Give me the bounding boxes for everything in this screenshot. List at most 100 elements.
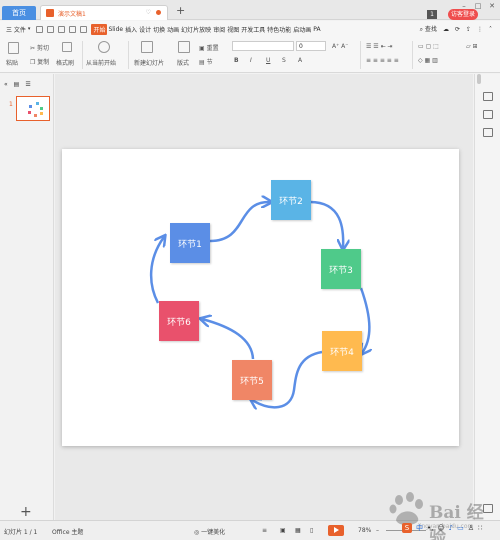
slide[interactable]: 环节1 环节2 环节3 环节4 环节5 环节6	[62, 149, 459, 446]
reading-view-icon[interactable]: ▯	[310, 527, 313, 534]
save-icon[interactable]	[36, 25, 44, 33]
tab-insert[interactable]: 插入	[124, 25, 138, 34]
bold-button[interactable]: B	[234, 57, 239, 64]
menu-bar: 三 文件 ▾ 开始 Slide 插入 设计 切换 动画 幻灯片放映 审阅 视图 …	[0, 21, 500, 37]
tab-review[interactable]: 审阅	[212, 25, 226, 34]
shape-icon[interactable]: ◇ ▦ ▥	[418, 57, 438, 64]
tab-home-ribbon[interactable]: 开始	[91, 23, 108, 35]
format-painter-icon[interactable]	[62, 42, 72, 52]
grow-font-icon[interactable]: A⁺ A⁻	[332, 43, 348, 50]
redo-icon[interactable]	[80, 25, 88, 33]
reset-button[interactable]: ▣ 重置	[199, 43, 219, 52]
arrange-icon[interactable]: ▱ ⊞	[466, 43, 478, 50]
tab-animation[interactable]: 动画	[166, 25, 180, 34]
search-icon: ⌕	[419, 26, 423, 33]
cloud-icon[interactable]: ☁	[443, 26, 449, 33]
from-current-button[interactable]: 从当前开始	[86, 58, 116, 67]
tray-grid-icon[interactable]: ∷	[478, 524, 482, 532]
tab-view[interactable]: 视图	[226, 25, 240, 34]
sync-icon[interactable]: ⟳	[455, 26, 460, 33]
pin-icon[interactable]: ♡	[146, 9, 151, 16]
maximize-icon[interactable]: □	[472, 1, 484, 11]
microphone-icon[interactable]: ♪	[449, 524, 453, 532]
slideshow-play-button[interactable]	[328, 525, 344, 536]
vertical-scrollbar[interactable]	[477, 74, 481, 84]
tab-transition[interactable]: 切换	[152, 25, 166, 34]
font-family-select[interactable]	[232, 41, 294, 51]
format-painter-button[interactable]: 格式刷	[56, 58, 74, 67]
print-icon[interactable]	[47, 25, 55, 33]
close-icon[interactable]: ✕	[486, 1, 498, 11]
ime-mode[interactable]: 中	[416, 523, 423, 533]
minimize-icon[interactable]: –	[458, 1, 470, 11]
keyboard-icon[interactable]: ▭	[457, 524, 464, 532]
tab-slide[interactable]: Slide	[107, 26, 124, 33]
zoom-out-button[interactable]: –	[376, 527, 379, 534]
zoom-level[interactable]: 78%	[358, 527, 371, 534]
close-tab-icon[interactable]	[156, 10, 161, 15]
cycle-node-5[interactable]: 环节5	[232, 360, 272, 400]
font-color-button[interactable]: A	[298, 57, 302, 64]
collapse-icon[interactable]: ˄	[489, 26, 492, 33]
thumbnail-view-icon[interactable]: ▤	[14, 81, 20, 88]
document-tab[interactable]: 演示文稿1 ♡	[40, 5, 168, 20]
undo-icon[interactable]	[69, 25, 77, 33]
font-size-select[interactable]: 0	[296, 41, 326, 51]
outline-view-icon[interactable]: ☰	[25, 81, 30, 88]
slide-thumbnail[interactable]	[16, 96, 50, 121]
layout-icon[interactable]	[178, 41, 190, 53]
underline-button[interactable]: U	[266, 57, 270, 64]
section-button[interactable]: ▤ 节	[199, 57, 213, 66]
cycle-node-3[interactable]: 环节3	[321, 249, 361, 289]
preview-icon[interactable]	[58, 25, 66, 33]
collapse-panel-icon[interactable]: «	[4, 81, 8, 88]
text-box-icon[interactable]: ▭ ▢ ⬚	[418, 43, 439, 50]
tab-developer[interactable]: 开发工具	[240, 25, 266, 34]
layout-button[interactable]: 版式	[177, 58, 189, 67]
new-slide-button[interactable]: 新建幻灯片	[134, 58, 164, 67]
share-icon[interactable]: ⇪	[466, 26, 471, 33]
theme-name[interactable]: Office 主题	[52, 527, 83, 536]
strikethrough-button[interactable]: S	[282, 57, 286, 64]
arrow-1-to-2	[209, 202, 270, 243]
sogou-ime-icon[interactable]: S	[402, 523, 412, 533]
cycle-node-6[interactable]: 环节6	[159, 301, 199, 341]
shirt-icon[interactable]: ♙	[468, 524, 474, 532]
right-sidebar	[474, 74, 500, 520]
cycle-node-2[interactable]: 环节2	[271, 180, 311, 220]
new-slide-icon[interactable]	[141, 41, 153, 53]
add-slide-button[interactable]: +	[20, 504, 32, 520]
new-tab-button[interactable]: +	[176, 4, 185, 17]
ribbon-toolbar: 粘贴 ✂ 剪切 ❐ 复制 格式刷 从当前开始 新建幻灯片 版式 ▣ 重置 ▤ 节…	[0, 37, 500, 73]
animation-pane-icon[interactable]	[483, 110, 493, 119]
play-from-current-icon[interactable]	[98, 41, 110, 53]
punctuation-icon[interactable]: •,	[427, 524, 433, 532]
search-button[interactable]: ⌕ 查找	[420, 24, 437, 34]
copy-button[interactable]: ❐ 复制	[30, 57, 49, 66]
paste-icon[interactable]	[8, 42, 19, 54]
normal-view-icon[interactable]: ▣	[280, 527, 286, 534]
tab-pa[interactable]: PA	[312, 26, 321, 33]
emoji-icon[interactable]: ☺	[437, 524, 444, 532]
tab-design[interactable]: 设计	[138, 25, 152, 34]
home-tab[interactable]: 首页	[2, 6, 36, 20]
backup-icon[interactable]	[483, 128, 493, 137]
paste-button[interactable]: 粘贴	[6, 58, 18, 67]
notes-icon[interactable]: ≡	[262, 527, 267, 534]
bullet-list-icon[interactable]: ☰ ☰ ⇤ ⇥	[366, 43, 393, 50]
tab-slideshow[interactable]: 幻灯片放映	[180, 25, 212, 34]
beautify-button[interactable]: ◎ 一键美化	[194, 527, 225, 536]
align-icon[interactable]: ≡ ≡ ≡ ≡ ≡	[366, 57, 399, 64]
cycle-node-4[interactable]: 环节4	[322, 331, 362, 371]
slide-number: 1	[9, 101, 13, 108]
file-menu[interactable]: 三 文件 ▾	[6, 25, 30, 34]
tab-features[interactable]: 特色功能	[266, 25, 292, 34]
tab-startup[interactable]: 启动画	[292, 25, 312, 34]
window-count-badge[interactable]: 1	[427, 10, 437, 19]
more-icon[interactable]: ⋮	[477, 26, 483, 33]
properties-icon[interactable]	[483, 92, 493, 101]
cut-button[interactable]: ✂ 剪切	[30, 43, 49, 52]
italic-button[interactable]: I	[250, 57, 252, 64]
cycle-node-1[interactable]: 环节1	[170, 223, 210, 263]
sorter-view-icon[interactable]: ▦	[295, 527, 301, 534]
